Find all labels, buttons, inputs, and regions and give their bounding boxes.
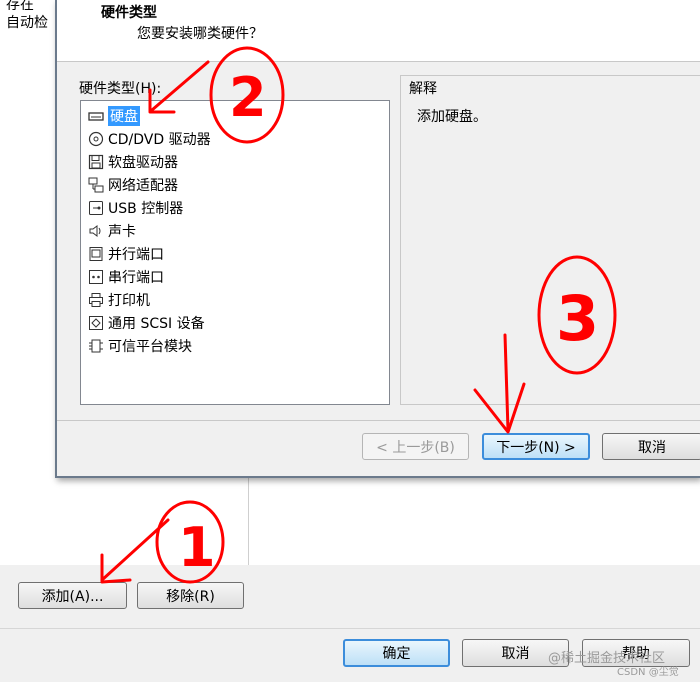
list-item-label: 打印机: [108, 293, 150, 309]
list-item-label: 声卡: [108, 224, 136, 240]
list-item-hard-disk[interactable]: 硬盘: [87, 105, 140, 127]
explanation-label: 解释: [409, 81, 437, 97]
list-item-floppy[interactable]: 软盘驱动器: [87, 151, 178, 173]
parallel-port-icon: [87, 246, 105, 262]
list-item-sound-card[interactable]: 声卡: [87, 220, 136, 242]
cd-dvd-icon: [87, 131, 105, 147]
add-hardware-wizard: 硬件类型 您要安装哪类硬件？ 硬件类型(H): 硬盘 CD/DVD 驱动器 软盘…: [55, 0, 700, 478]
add-hardware-button[interactable]: 添加(A)...: [18, 582, 127, 609]
speaker-icon: [87, 223, 105, 239]
wizard-header: 硬件类型 您要安装哪类硬件？: [57, 0, 700, 62]
printer-icon: [87, 292, 105, 308]
wizard-cancel-button[interactable]: 取消: [602, 433, 700, 460]
hard-disk-icon: [87, 108, 105, 124]
list-item-label: 网络适配器: [108, 178, 178, 194]
list-item-scsi[interactable]: 通用 SCSI 设备: [87, 312, 205, 334]
list-item-cd-dvd[interactable]: CD/DVD 驱动器: [87, 128, 211, 150]
usb-icon: [87, 200, 105, 216]
list-item-label: 通用 SCSI 设备: [108, 316, 205, 332]
list-item-tpm[interactable]: 可信平台模块: [87, 335, 192, 357]
back-button[interactable]: < 上一步(B): [362, 433, 469, 460]
list-item-label: CD/DVD 驱动器: [108, 132, 211, 148]
next-button[interactable]: 下一步(N) >: [482, 433, 590, 460]
scsi-icon: [87, 315, 105, 331]
wizard-divider: [57, 420, 700, 421]
list-item-label: 软盘驱动器: [108, 155, 178, 171]
list-item-usb[interactable]: USB 控制器: [87, 197, 183, 219]
list-item-label: 并行端口: [108, 247, 164, 263]
remove-hardware-button[interactable]: 移除(R): [137, 582, 244, 609]
wizard-subtitle: 您要安装哪类硬件？: [137, 26, 263, 42]
network-adapter-icon: [87, 177, 105, 193]
list-item-network-adapter[interactable]: 网络适配器: [87, 174, 178, 196]
hardware-type-label: 硬件类型(H):: [79, 81, 162, 97]
serial-port-icon: [87, 269, 105, 285]
list-item-label: 硬盘: [108, 106, 140, 126]
list-item-printer[interactable]: 打印机: [87, 289, 150, 311]
list-item-serial-port[interactable]: 串行端口: [87, 266, 164, 288]
tpm-icon: [87, 338, 105, 354]
list-item-label: 串行端口: [108, 270, 164, 286]
list-item-label: 可信平台模块: [108, 339, 192, 355]
ok-button[interactable]: 确定: [343, 639, 450, 667]
hardware-type-list[interactable]: 硬盘 CD/DVD 驱动器 软盘驱动器 网络适配器 USB 控制器 声卡 并行端…: [80, 100, 390, 405]
wizard-title: 硬件类型: [101, 5, 157, 21]
watermark-line-2: CSDN @尘觉: [617, 667, 679, 678]
list-item-label: USB 控制器: [108, 201, 184, 217]
floppy-icon: [87, 154, 105, 170]
explanation-text: 添加硬盘。: [417, 109, 487, 125]
list-item-parallel-port[interactable]: 并行端口: [87, 243, 164, 265]
explanation-group: 解释 添加硬盘。: [400, 75, 700, 405]
cut-label-2: 自动检: [6, 15, 48, 31]
